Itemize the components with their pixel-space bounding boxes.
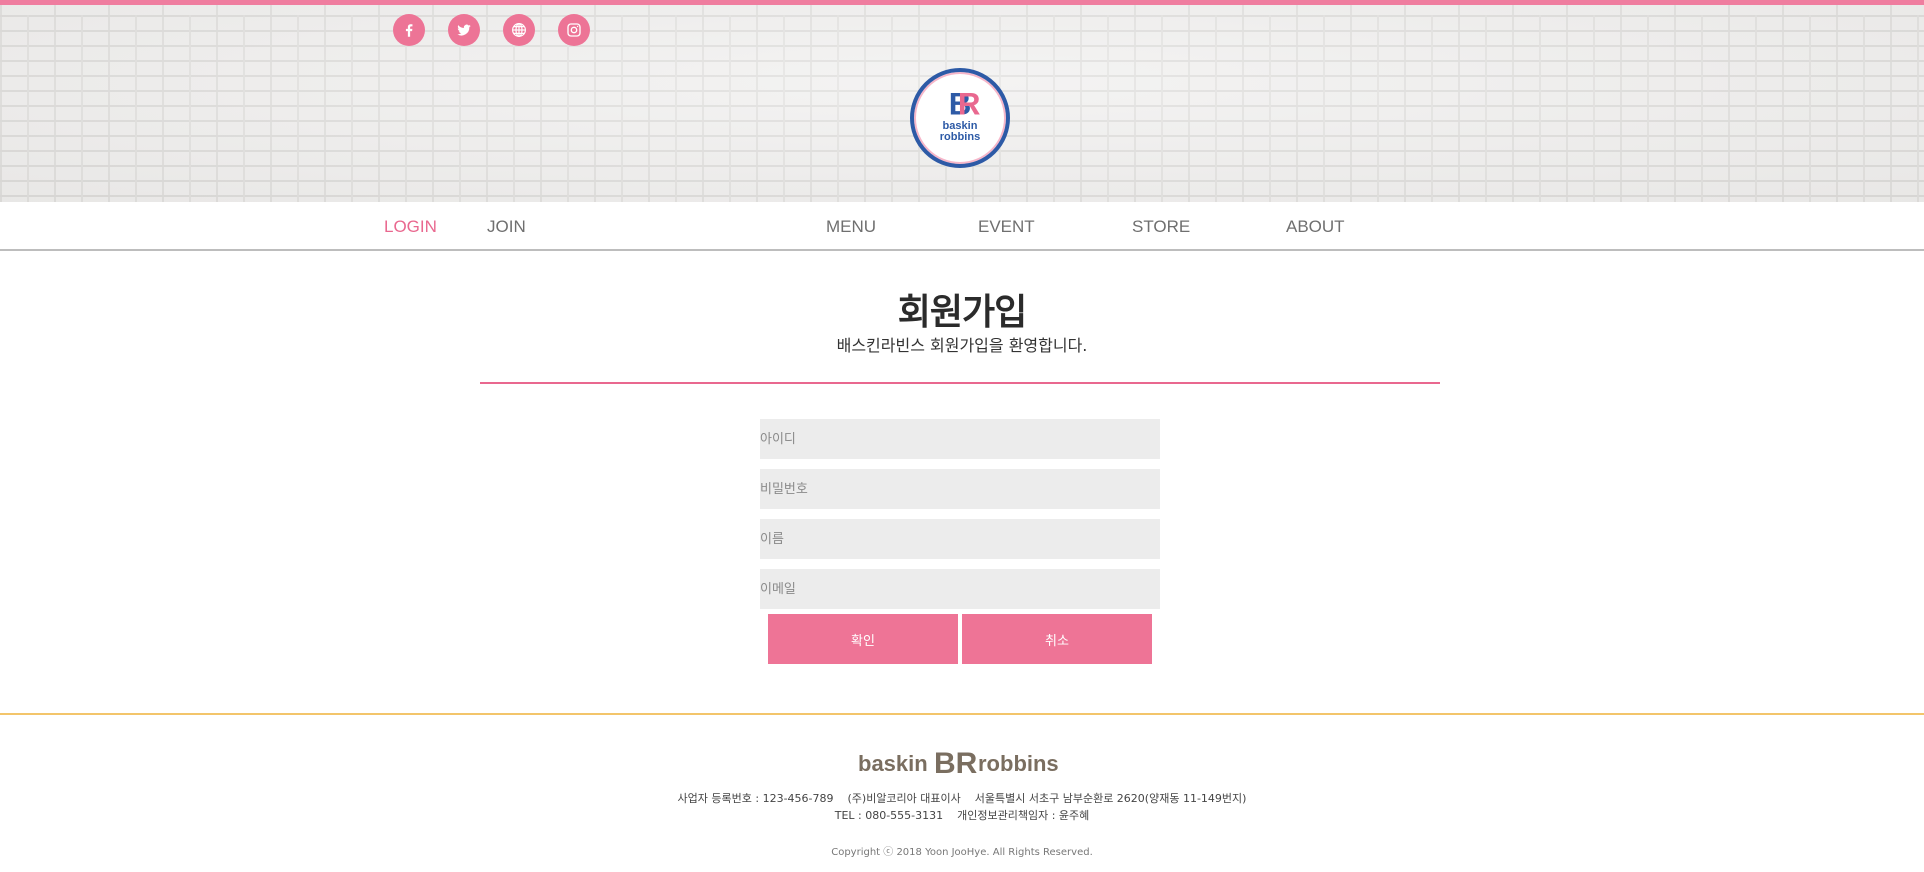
- svg-text:robbins: robbins: [978, 751, 1059, 776]
- nav-event[interactable]: EVENT: [978, 217, 1035, 237]
- instagram-button[interactable]: [558, 14, 590, 46]
- id-input[interactable]: [760, 419, 1160, 459]
- footer-contact-info: TEL : 080-555-3131 개인정보관리책임자 : 윤주혜: [834, 809, 1090, 822]
- page-subtitle: 배스킨라빈스 회원가입을 환영합니다.: [836, 336, 1088, 355]
- nav-login[interactable]: LOGIN: [384, 217, 437, 237]
- confirm-button[interactable]: 확인: [768, 614, 958, 664]
- email-input[interactable]: [760, 569, 1160, 609]
- page-title: 회원가입: [897, 292, 1027, 333]
- svg-text:R: R: [958, 86, 981, 121]
- cancel-button[interactable]: 취소: [962, 614, 1152, 664]
- footer-logo: baskin BR robbins: [858, 745, 1062, 777]
- nav-about[interactable]: ABOUT: [1286, 217, 1345, 237]
- nav-store[interactable]: STORE: [1132, 217, 1190, 237]
- globe-icon: [510, 21, 528, 39]
- facebook-icon: [400, 21, 418, 39]
- website-button[interactable]: [503, 14, 535, 46]
- footer-company-info: 사업자 등록번호 : 123-456-789 (주)비알코리아 대표이사 서울특…: [677, 792, 1247, 805]
- twitter-button[interactable]: [448, 14, 480, 46]
- title-divider: [480, 382, 1440, 384]
- footer-copyright: Copyright ⓒ 2018 Yoon JooHye. All Rights…: [831, 847, 1093, 858]
- nav-join[interactable]: JOIN: [487, 217, 526, 237]
- baskin-robbins-logo[interactable]: B R baskin robbins: [910, 68, 1010, 168]
- twitter-icon: [455, 21, 473, 39]
- svg-text:robbins: robbins: [940, 131, 980, 143]
- main-navigation: LOGIN JOIN MENU EVENT STORE ABOUT: [0, 202, 1924, 251]
- password-input[interactable]: [760, 469, 1160, 509]
- social-links: [393, 14, 590, 46]
- footer-divider: [0, 713, 1924, 715]
- nav-menu[interactable]: MENU: [826, 217, 876, 237]
- instagram-icon: [565, 21, 583, 39]
- svg-text:baskin: baskin: [858, 751, 928, 776]
- facebook-button[interactable]: [393, 14, 425, 46]
- svg-text:BR: BR: [934, 747, 978, 777]
- name-input[interactable]: [760, 519, 1160, 559]
- top-accent-stripe: [0, 0, 1924, 5]
